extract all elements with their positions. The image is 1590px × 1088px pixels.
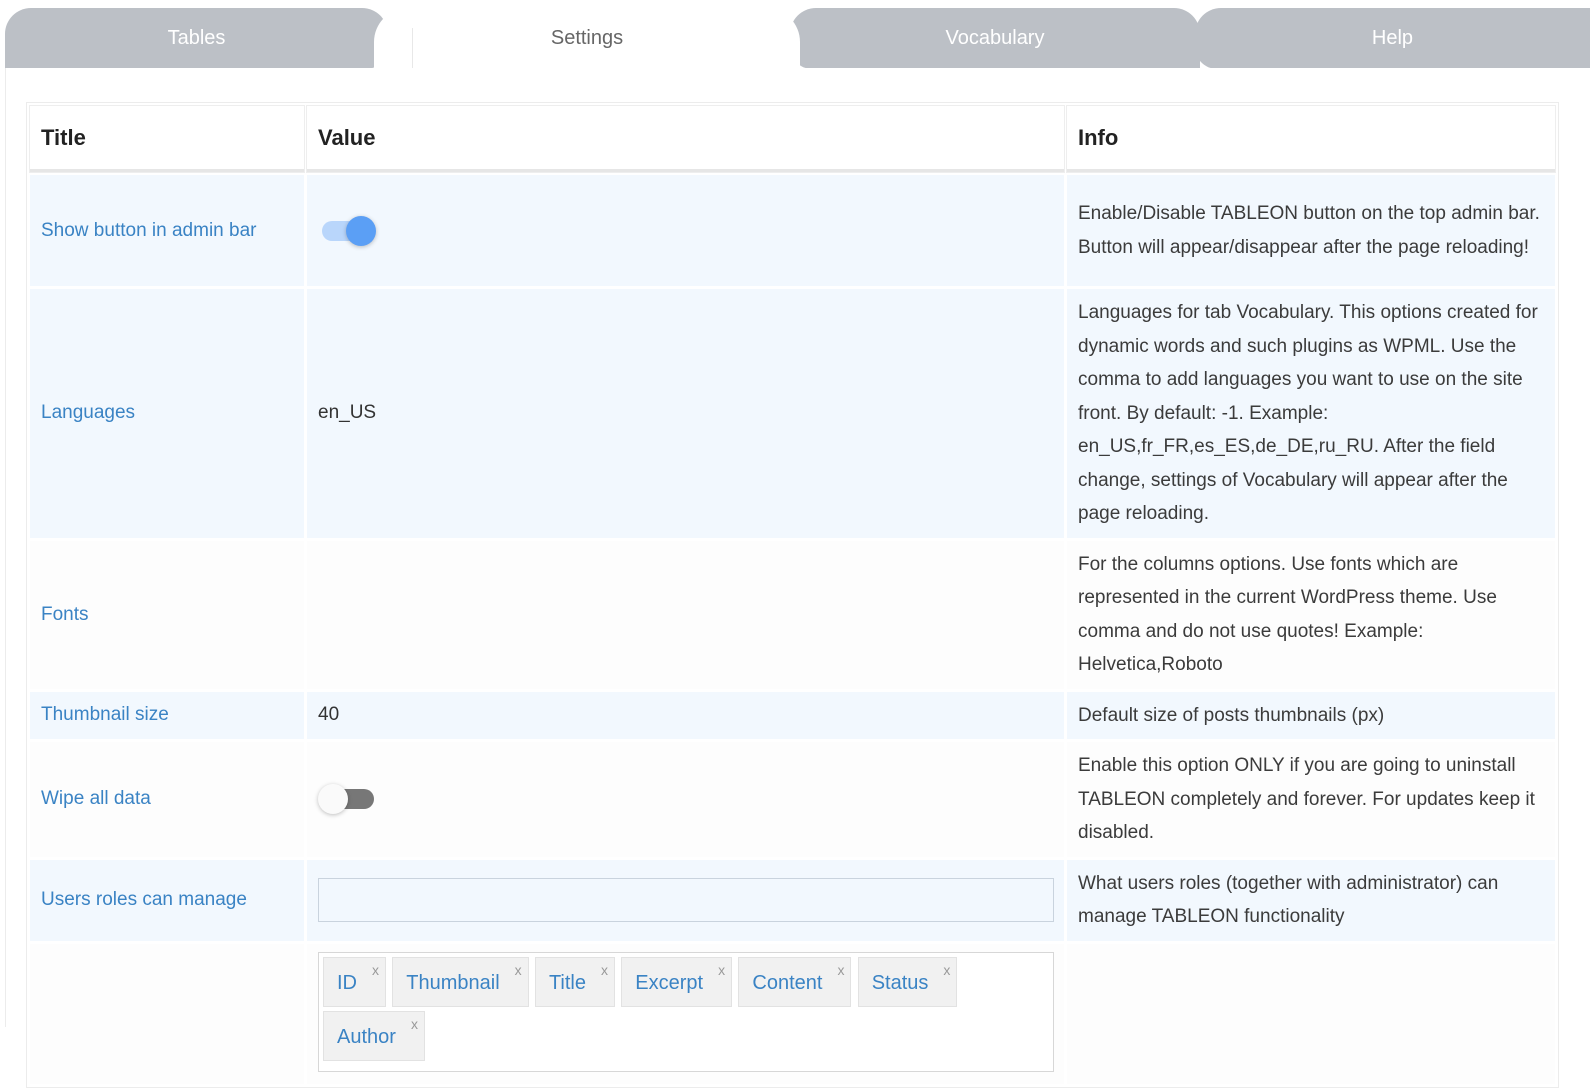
row-value-roles [307,859,1064,941]
chip-label: Title [548,971,586,994]
settings-table: Title Value Info Show button in admin ba… [26,102,1559,1088]
chip-status[interactable]: Status x [857,956,958,1007]
remove-icon[interactable]: x [943,945,950,995]
chip-label: Author [337,1025,396,1048]
remove-icon[interactable]: x [515,945,522,995]
tab-vocabulary[interactable]: Vocabulary [790,8,1200,69]
row-title-admin-bar: Show button in admin bar [30,175,304,286]
row-info-languages: Languages for tab Vocabulary. This optio… [1067,289,1555,538]
chip-title[interactable]: Title x [534,956,615,1007]
columns-chip-list: ID x Thumbnail x Title x Excerpt x Content x … [318,951,1054,1072]
table-row: Thumbnail size 40 Default size of posts … [30,691,1555,739]
row-value-columns: ID x Thumbnail x Title x Excerpt x Content x … [307,943,1064,1084]
row-info-wipe: Enable this option ONLY if you are going… [1067,742,1555,857]
table-row: Show button in admin bar Enable/Disable … [30,175,1555,286]
table-row: Languages en_US Languages for tab Vocabu… [30,289,1555,538]
remove-icon[interactable]: x [837,945,844,995]
roles-input[interactable] [318,878,1054,922]
tab-settings-label: Settings [550,27,624,49]
row-value-admin-bar [307,175,1064,286]
row-info-roles: What users roles (together with administ… [1067,859,1555,941]
tab-divider [412,28,413,69]
chip-label: Content [752,971,823,994]
tab-settings[interactable]: Settings [374,8,800,69]
row-info-fonts: For the columns options. Use fonts which… [1067,540,1555,689]
row-title-wipe: Wipe all data [30,742,304,857]
chip-author[interactable]: Author x [323,1010,425,1061]
wipe-data-toggle[interactable] [318,784,374,815]
table-row: Users roles can manage What users roles … [30,859,1555,941]
chip-label: Excerpt [635,971,704,994]
remove-icon[interactable]: x [601,945,608,995]
chip-excerpt[interactable]: Excerpt x [621,956,733,1007]
row-info-thumbnail: Default size of posts thumbnails (px) [1067,691,1555,739]
row-title-fonts: Fonts [30,540,304,689]
remove-icon[interactable]: x [718,945,725,995]
settings-panel: Title Value Info Show button in admin ba… [5,68,1590,1088]
chip-id[interactable]: ID x [323,956,386,1007]
row-title-roles: Users roles can manage [30,859,304,941]
row-title-languages: Languages [30,289,304,538]
tab-tables[interactable]: Tables [5,8,388,69]
table-row: ID x Thumbnail x Title x Excerpt x Content x … [30,943,1555,1084]
toggle-knob [318,784,348,815]
row-info-columns [1067,943,1555,1084]
row-title-thumbnail: Thumbnail size [30,691,304,739]
header-info: Info [1067,106,1555,172]
chip-label: Status [871,971,929,994]
fonts-value[interactable] [307,540,1064,689]
admin-bar-toggle[interactable] [318,215,376,246]
header-value: Value [307,106,1064,172]
toggle-knob [346,215,376,246]
tab-help[interactable]: Help [1195,8,1590,69]
languages-value[interactable]: en_US [307,289,1064,538]
row-title-columns [30,943,304,1084]
chip-label: ID [337,971,357,994]
tab-bar: Tables Vocabulary Help Settings [0,0,1590,69]
table-row: Wipe all data Enable this option ONLY if… [30,742,1555,857]
row-value-wipe [307,742,1064,857]
chip-label: Thumbnail [406,971,500,994]
remove-icon[interactable]: x [372,945,379,995]
table-header-row: Title Value Info [30,106,1555,172]
row-info-admin-bar: Enable/Disable TABLEON button on the top… [1067,175,1555,286]
header-title: Title [30,106,304,172]
table-row: Fonts For the columns options. Use fonts… [30,540,1555,689]
remove-icon[interactable]: x [411,999,418,1049]
chip-content[interactable]: Content x [738,956,852,1007]
thumbnail-size-value[interactable]: 40 [307,691,1064,739]
